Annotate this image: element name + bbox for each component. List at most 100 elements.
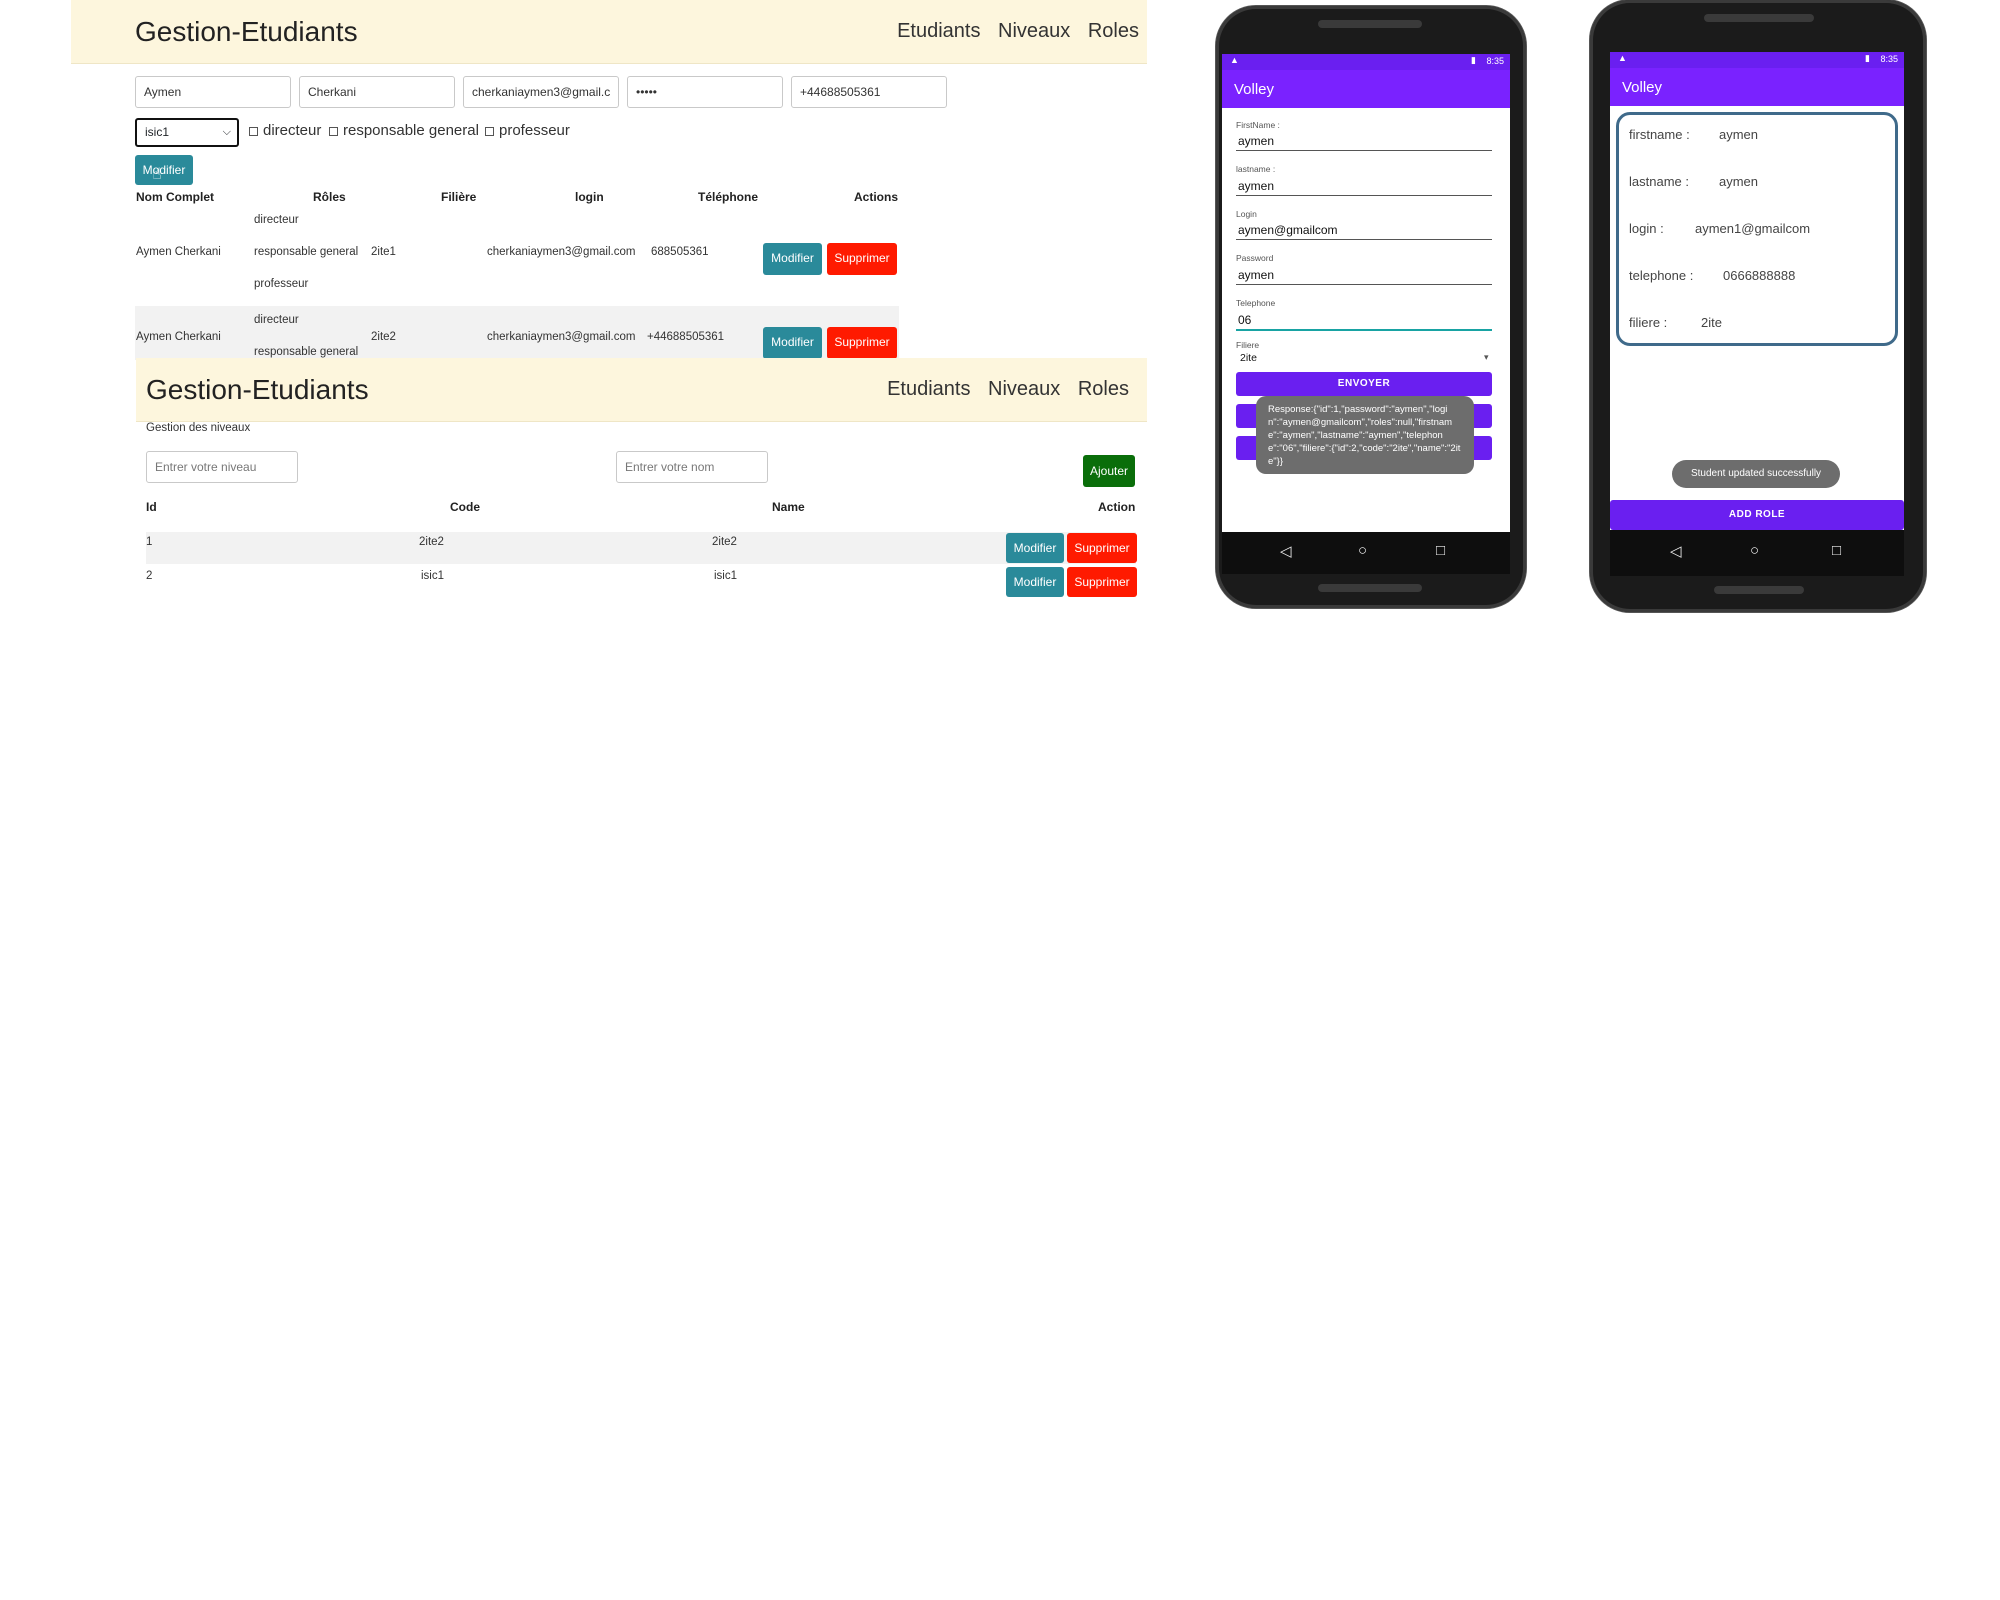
nav-link-niveaux[interactable]: Niveaux <box>988 378 1060 400</box>
app-bar: Volley <box>1610 68 1904 106</box>
cell-role: professeur <box>254 278 309 290</box>
header-code: Code <box>450 500 480 514</box>
detail-value: 2ite <box>1701 315 1722 330</box>
home-icon[interactable]: ○ <box>1358 542 1367 559</box>
detail-value: 0666888888 <box>1723 268 1796 283</box>
cell-code: isic1 <box>421 570 445 582</box>
brand-title[interactable]: Gestion-Etudiants <box>135 16 358 48</box>
cell-name: 2ite2 <box>712 536 737 548</box>
phone-bottom-speaker <box>1714 586 1804 594</box>
firstname-input[interactable]: Aymen <box>135 76 291 108</box>
checkbox-box[interactable] <box>485 126 494 136</box>
cell-role: responsable general <box>254 246 359 258</box>
nav-link-roles[interactable]: Roles <box>1078 378 1129 400</box>
delete-button[interactable]: Supprimer <box>1067 533 1137 563</box>
recents-icon[interactable]: □ <box>1832 542 1841 559</box>
password-input[interactable]: ••••• <box>627 76 783 108</box>
phone-speaker <box>1318 20 1422 28</box>
nav-links: Etudiants Niveaux Roles <box>885 20 1139 43</box>
cell-login: cherkaniaymen3@gmail.com <box>487 331 636 343</box>
app-bar: Volley <box>1222 70 1510 108</box>
cell-id: 1 <box>146 536 153 548</box>
nav-link-niveaux[interactable]: Niveaux <box>998 20 1070 42</box>
filiere-select-value: isic1 <box>145 125 170 139</box>
nom-input[interactable]: Entrer votre nom <box>616 451 768 483</box>
status-time: 8:35 <box>1880 54 1898 64</box>
app-title: Volley <box>1234 81 1275 98</box>
nav-link-etudiants[interactable]: Etudiants <box>897 20 980 42</box>
niveau-input[interactable]: Entrer votre niveau <box>146 451 298 483</box>
cell-role: directeur <box>254 214 299 226</box>
cell-id: 2 <box>146 570 153 582</box>
cell-filiere: 2ite2 <box>371 331 396 343</box>
brand-title[interactable]: Gestion-Etudiants <box>146 374 369 406</box>
home-icon[interactable]: ○ <box>1750 542 1759 559</box>
checkbox-responsable-general[interactable]: responsable general <box>329 122 479 139</box>
firstname-field[interactable]: aymen <box>1238 134 1274 148</box>
envoyer-button[interactable]: ENVOYER <box>1236 372 1492 396</box>
student-details-card: firstname : aymen lastname : aymen login… <box>1616 112 1898 346</box>
filiere-spinner[interactable]: 2ite <box>1240 352 1257 364</box>
add-role-button[interactable]: ADD ROLE <box>1610 500 1904 530</box>
recents-icon[interactable]: □ <box>1436 542 1445 559</box>
field-underline <box>1236 150 1492 151</box>
detail-value: aymen <box>1719 127 1759 142</box>
edit-button[interactable]: Modifier <box>763 327 822 359</box>
battery-icon: ▮ <box>1865 53 1870 63</box>
checkbox-professeur[interactable]: professeur <box>485 122 570 139</box>
nav-link-roles[interactable]: Roles <box>1088 20 1139 42</box>
password-field[interactable]: aymen <box>1238 268 1274 282</box>
phone-screen: ▲ 8:35 ▮ Volley firstname : aymen lastna… <box>1610 52 1904 530</box>
telephone-input[interactable]: +44688505361 <box>791 76 947 108</box>
cell-telephone: +44688505361 <box>647 331 725 343</box>
detail-label: firstname : <box>1629 127 1690 142</box>
filiere-select[interactable]: isic1 ⌵ <box>135 118 239 147</box>
dropdown-arrow-icon: ▾ <box>1484 352 1489 362</box>
checkbox-box[interactable] <box>249 126 258 136</box>
warning-icon: ▲ <box>1618 53 1627 63</box>
battery-icon: ▮ <box>1471 55 1476 65</box>
delete-button[interactable]: Supprimer <box>827 327 897 359</box>
status-time: 8:35 <box>1486 56 1504 66</box>
delete-button[interactable]: Supprimer <box>1067 567 1137 597</box>
detail-label: lastname : <box>1629 174 1689 189</box>
checkbox-box[interactable] <box>329 126 338 136</box>
header-login: login <box>575 190 604 204</box>
header-name: Name <box>772 500 805 514</box>
add-button[interactable]: Ajouter <box>1083 455 1135 487</box>
back-icon[interactable]: ◁ <box>1280 542 1292 560</box>
field-underline <box>1236 284 1492 285</box>
field-label: Password <box>1236 253 1274 263</box>
email-input[interactable]: cherkaniaymen3@gmail.c <box>463 76 619 108</box>
header-actions: Actions <box>854 190 899 204</box>
login-field[interactable]: aymen@gmailcom <box>1238 223 1338 237</box>
delete-button[interactable]: Supprimer <box>827 243 897 275</box>
android-nav-bar: ◁ ○ □ <box>1222 532 1510 574</box>
table-row-striped <box>146 532 1136 564</box>
lastname-field[interactable]: aymen <box>1238 179 1274 193</box>
checkbox-directeur[interactable]: directeur <box>249 122 321 139</box>
nav-link-etudiants[interactable]: Etudiants <box>887 378 970 400</box>
checkbox-label: professeur <box>499 122 570 139</box>
phone-speaker <box>1704 14 1814 22</box>
detail-label: login : <box>1629 221 1664 236</box>
field-underline-focused <box>1236 329 1492 331</box>
back-icon[interactable]: ◁ <box>1670 542 1682 560</box>
edit-button[interactable]: Modifier <box>1006 567 1064 597</box>
edit-button[interactable]: Modifier <box>1006 533 1064 563</box>
phone-screen: ▲ 8:35 ▮ Volley FirstName : aymen lastna… <box>1222 54 1510 532</box>
modifier-submit-button[interactable]: Modifier <box>135 155 193 185</box>
filiere-label: Filiere <box>1236 340 1260 350</box>
success-toast: Student updated successfully <box>1672 460 1840 488</box>
status-bar: ▲ 8:35 ▮ <box>1222 54 1510 70</box>
checkbox-label: directeur <box>263 122 322 139</box>
cell-login: cherkaniaymen3@gmail.com <box>487 246 636 258</box>
detail-value: aymen1@gmailcom <box>1695 221 1811 236</box>
detail-label: telephone : <box>1629 268 1694 283</box>
telephone-field[interactable]: 06 <box>1238 313 1251 327</box>
lastname-input[interactable]: Cherkani <box>299 76 455 108</box>
checkbox-label: responsable general <box>343 122 479 139</box>
header-filiere: Filière <box>441 190 477 204</box>
app-title: Volley <box>1622 79 1663 96</box>
edit-button[interactable]: Modifier <box>763 243 822 275</box>
